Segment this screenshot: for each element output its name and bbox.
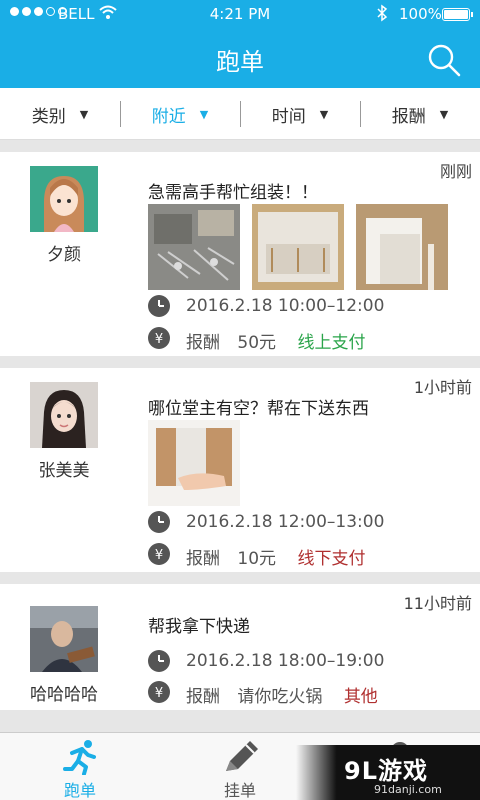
svg-text:¥: ¥ (155, 332, 163, 347)
clock-icon (148, 650, 170, 672)
reward-amount: 10元 (237, 549, 277, 569)
task-card[interactable]: 刚刚 夕颜 急需高手帮忙组装！！ 2016.2.18 10:00–12:00 ¥… (0, 152, 480, 356)
search-icon[interactable] (427, 43, 461, 77)
filter-category[interactable]: 类别 ▼ (0, 88, 120, 140)
payment-method: 其他 (343, 687, 378, 707)
filter-bar: 类别 ▼ 附近 ▼ 时间 ▼ 报酬 ▼ (0, 88, 480, 140)
clock-icon (148, 295, 170, 317)
app-header: BELL 4:21 PM 100% 跑单 (0, 0, 480, 88)
task-schedule: 2016.2.18 12:00–13:00 (186, 512, 385, 532)
caret-down-icon: ▼ (439, 107, 449, 121)
filter-label: 报酬 (391, 106, 426, 127)
reward-label: 报酬 (186, 687, 220, 707)
watermark: 9L游戏 91danji.com (296, 745, 480, 800)
yuan-icon: ¥ (148, 327, 170, 349)
filter-label: 时间 (271, 106, 306, 127)
reward-amount: 50元 (237, 333, 277, 353)
reward-line: 报酬 请你吃火锅 其他 (186, 682, 378, 707)
task-title: 急需高手帮忙组装！！ (148, 183, 318, 203)
avatar[interactable] (30, 606, 98, 672)
watermark-brand: 9L游戏 (344, 757, 428, 785)
reward-label: 报酬 (186, 549, 220, 569)
bluetooth-icon (376, 4, 388, 26)
user-name: 哈哈哈哈 (30, 685, 98, 705)
pencil-icon (226, 741, 258, 771)
task-title: 帮我拿下快递 (148, 617, 250, 637)
task-photo[interactable] (148, 420, 240, 506)
task-schedule: 2016.2.18 18:00–19:00 (186, 651, 385, 671)
task-photo[interactable] (148, 204, 240, 290)
caret-down-icon: ▼ (79, 107, 89, 121)
page-title: 跑单 (216, 48, 264, 76)
avatar[interactable] (30, 166, 98, 232)
svg-text:¥: ¥ (155, 686, 163, 701)
yuan-icon: ¥ (148, 681, 170, 703)
reward-label: 报酬 (186, 333, 220, 353)
task-photo[interactable] (356, 204, 448, 290)
filter-label: 附近 (151, 106, 186, 127)
task-card[interactable]: 11小时前 哈哈哈哈 帮我拿下快递 2016.2.18 18:00–19:00 … (0, 584, 480, 710)
status-bar: BELL 4:21 PM 100% (0, 0, 480, 30)
battery-icon (442, 8, 473, 21)
svg-text:¥: ¥ (155, 548, 163, 563)
payment-method: 线下支付 (297, 549, 366, 569)
tab-label: 跑单 (63, 781, 96, 800)
filter-reward[interactable]: 报酬 ▼ (360, 88, 480, 140)
user-name: 张美美 (38, 461, 90, 481)
watermark-site: 91danji.com (374, 783, 442, 796)
posted-time: 1小时前 (413, 378, 472, 397)
caret-down-icon: ▼ (319, 107, 329, 121)
reward-amount: 请你吃火锅 (237, 687, 323, 707)
battery-percent: 100% (399, 5, 442, 23)
filter-nearby[interactable]: 附近 ▼ (120, 88, 240, 140)
payment-method: 线上支付 (297, 333, 366, 353)
reward-line: 报酬 50元 线上支付 (186, 328, 365, 353)
task-card[interactable]: 1小时前 张美美 哪位堂主有空？帮在下送东西 2016.2.18 12:00–1… (0, 368, 480, 572)
posted-time: 刚刚 (439, 162, 472, 181)
filter-time[interactable]: 时间 ▼ (240, 88, 360, 140)
task-title: 哪位堂主有空？帮在下送东西 (148, 399, 369, 419)
tab-paodan[interactable]: 跑单 (0, 733, 160, 800)
reward-line: 报酬 10元 线下支付 (186, 544, 365, 569)
filter-label: 类别 (31, 106, 66, 127)
avatar[interactable] (30, 382, 98, 448)
task-schedule: 2016.2.18 10:00–12:00 (186, 296, 385, 316)
user-name: 夕颜 (47, 245, 81, 265)
yuan-icon: ¥ (148, 543, 170, 565)
task-photo[interactable] (252, 204, 344, 290)
caret-down-icon: ▼ (199, 107, 209, 121)
posted-time: 11小时前 (403, 594, 472, 613)
runner-icon (63, 740, 96, 775)
clock-icon (148, 511, 170, 533)
